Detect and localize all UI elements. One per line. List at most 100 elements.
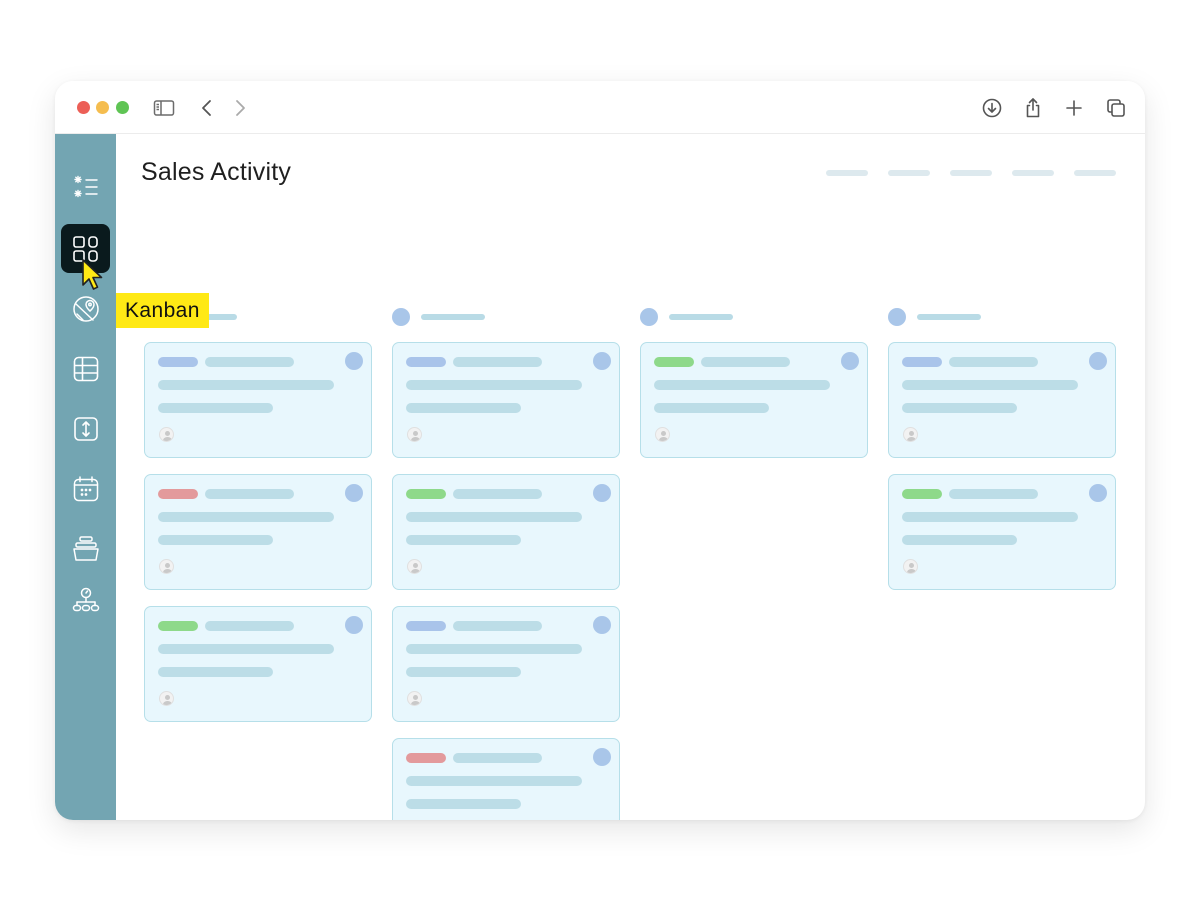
column-title-placeholder: [669, 314, 733, 320]
kanban-card[interactable]: [888, 342, 1116, 458]
card-status-dot: [345, 352, 363, 370]
card-status-dot: [1089, 352, 1107, 370]
column-status-dot: [888, 308, 906, 326]
sidebar-item-grid[interactable]: [61, 344, 110, 393]
card-title-placeholder: [453, 489, 542, 499]
card-status-dot: [593, 616, 611, 634]
mouse-cursor-icon: [80, 258, 110, 294]
card-status-dot: [345, 616, 363, 634]
card-status-dot: [593, 352, 611, 370]
card-tag: [406, 357, 446, 367]
header-tab-placeholder[interactable]: [950, 170, 992, 176]
card-text-placeholder: [158, 403, 273, 413]
sidebar-item-calendar[interactable]: [61, 464, 110, 513]
avatar-icon: [159, 427, 174, 442]
forward-icon[interactable]: [228, 96, 252, 120]
list-icon: [73, 175, 98, 197]
card-text-placeholder: [406, 799, 521, 809]
card-title-placeholder: [701, 357, 790, 367]
column-title-placeholder: [917, 314, 981, 320]
card-title-placeholder: [949, 489, 1038, 499]
column-title-placeholder: [421, 314, 485, 320]
card-text-placeholder: [406, 644, 582, 654]
card-text-placeholder: [158, 512, 334, 522]
sidebar: [55, 134, 116, 820]
close-window-button[interactable]: [77, 101, 90, 114]
card-status-dot: [345, 484, 363, 502]
tabs-overview-icon[interactable]: [1104, 96, 1128, 120]
avatar-icon: [407, 691, 422, 706]
avatar-icon: [903, 427, 918, 442]
kanban-card[interactable]: [392, 342, 620, 458]
card-text-placeholder: [654, 403, 769, 413]
card-title-placeholder: [453, 753, 542, 763]
header-tab-placeholder[interactable]: [826, 170, 868, 176]
back-icon[interactable]: [195, 96, 219, 120]
zoom-window-button[interactable]: [116, 101, 129, 114]
card-status-dot: [1089, 484, 1107, 502]
kanban-card[interactable]: [392, 474, 620, 590]
avatar-icon: [159, 691, 174, 706]
sidebar-item-org[interactable]: [61, 576, 110, 625]
download-icon[interactable]: [980, 96, 1004, 120]
card-tag: [158, 621, 198, 631]
column-status-dot: [640, 308, 658, 326]
title-bar: [55, 81, 1145, 134]
minimize-window-button[interactable]: [96, 101, 109, 114]
card-tag: [902, 489, 942, 499]
card-text-placeholder: [158, 380, 334, 390]
kanban-card[interactable]: [144, 342, 372, 458]
gallery-icon: [72, 535, 99, 561]
card-tag: [902, 357, 942, 367]
sidebar-item-timeline[interactable]: [61, 404, 110, 453]
card-title-placeholder: [205, 621, 294, 631]
card-text-placeholder: [406, 512, 582, 522]
main-content: Sales Activity: [116, 134, 1145, 820]
card-title-placeholder: [453, 357, 542, 367]
kanban-card[interactable]: [392, 606, 620, 722]
avatar-icon: [407, 559, 422, 574]
card-status-dot: [593, 748, 611, 766]
card-tag: [406, 489, 446, 499]
header-tab-placeholder[interactable]: [1074, 170, 1116, 176]
card-text-placeholder: [158, 535, 273, 545]
card-status-dot: [841, 352, 859, 370]
card-title-placeholder: [205, 357, 294, 367]
card-status-dot: [593, 484, 611, 502]
org-chart-icon: [72, 587, 99, 611]
card-title-placeholder: [949, 357, 1038, 367]
card-tag: [158, 357, 198, 367]
new-tab-icon[interactable]: [1062, 96, 1086, 120]
calendar-icon: [73, 475, 98, 501]
timeline-icon: [73, 416, 98, 441]
header-tab-placeholder[interactable]: [888, 170, 930, 176]
card-text-placeholder: [654, 380, 830, 390]
card-title-placeholder: [205, 489, 294, 499]
grid-icon: [73, 356, 98, 381]
avatar-icon: [159, 559, 174, 574]
card-text-placeholder: [902, 403, 1017, 413]
kanban-card[interactable]: [144, 606, 372, 722]
card-text-placeholder: [406, 535, 521, 545]
sidebar-toggle-icon[interactable]: [152, 96, 176, 120]
page-title: Sales Activity: [141, 158, 292, 186]
column-status-dot: [392, 308, 410, 326]
card-text-placeholder: [902, 380, 1078, 390]
sidebar-item-list[interactable]: [61, 162, 110, 211]
card-text-placeholder: [406, 776, 582, 786]
share-icon[interactable]: [1021, 96, 1045, 120]
header-tab-placeholder[interactable]: [1012, 170, 1054, 176]
card-title-placeholder: [453, 621, 542, 631]
avatar-icon: [903, 559, 918, 574]
card-text-placeholder: [158, 667, 273, 677]
kanban-card[interactable]: [144, 474, 372, 590]
kanban-tooltip: Kanban: [116, 293, 209, 328]
card-text-placeholder: [902, 535, 1017, 545]
map-pin-icon: [72, 295, 99, 322]
card-tag: [406, 753, 446, 763]
kanban-card[interactable]: [888, 474, 1116, 590]
sidebar-item-gallery[interactable]: [61, 524, 110, 573]
kanban-card[interactable]: [392, 738, 620, 820]
card-tag: [158, 489, 198, 499]
kanban-card[interactable]: [640, 342, 868, 458]
